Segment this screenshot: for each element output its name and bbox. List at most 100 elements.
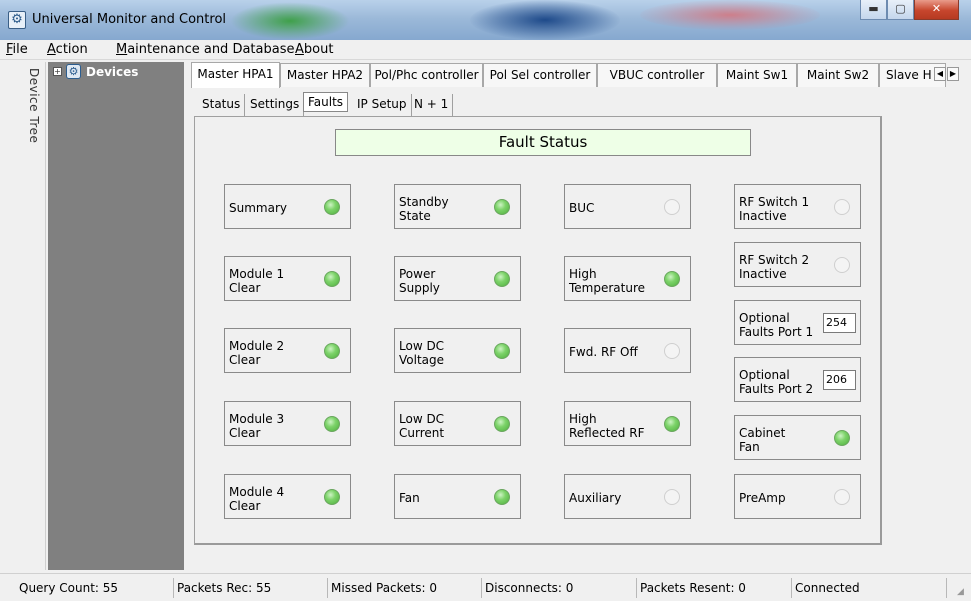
status-led-icon	[834, 199, 850, 215]
fault-power-supply: Power Supply	[394, 256, 521, 301]
fault-cabinet-fan: Cabinet Fan	[734, 415, 861, 460]
fault-label-line2: Fan	[739, 440, 760, 454]
tab-status[interactable]: Status	[198, 94, 246, 116]
fault-label-line1: Module 4	[229, 485, 285, 499]
fault-label-line2: Voltage	[399, 353, 445, 367]
tab-n-plus-1[interactable]: N + 1	[410, 94, 454, 116]
status-led-icon	[494, 416, 510, 432]
minimize-button[interactable]: ▬	[860, 0, 887, 20]
fault-fwd-rf-off: Fwd. RF Off	[564, 328, 691, 373]
title-bar: ⚙ Universal Monitor and Control ▬ ▢ ✕	[0, 0, 971, 40]
status-led-icon	[324, 271, 340, 287]
status-led-icon	[834, 489, 850, 505]
fault-module-3-clear: Module 3 Clear	[224, 401, 351, 446]
scroll-right-icon[interactable]: ▶	[947, 67, 959, 81]
fault-label: High Temperature	[569, 267, 645, 295]
tab-pol-phc-controller[interactable]: Pol/Phc controller	[370, 63, 483, 87]
maximize-button[interactable]: ▢	[887, 0, 914, 20]
fault-buc: BUC	[564, 184, 691, 229]
fault-label: Fan	[399, 491, 420, 505]
fault-label-line1: Optional	[739, 368, 790, 382]
status-led-icon	[834, 257, 850, 273]
fault-label-line2: Reflected RF	[569, 426, 645, 440]
status-connection: Connected	[792, 578, 947, 598]
menu-bar: File Action Maintenance and Database Abo…	[0, 40, 971, 60]
tab-master-hpa2[interactable]: Master HPA2	[280, 63, 370, 87]
fault-summary: Summary	[224, 184, 351, 229]
status-led-icon	[494, 271, 510, 287]
tab-maint-sw2[interactable]: Maint Sw2	[797, 63, 879, 87]
close-button[interactable]: ✕	[914, 0, 959, 20]
fault-module-4-clear: Module 4 Clear	[224, 474, 351, 519]
expand-icon[interactable]: +	[53, 67, 62, 76]
tab-vbuc-controller[interactable]: VBUC controller	[597, 63, 717, 87]
title-bar-decoration	[470, 0, 620, 40]
fault-label-line2: Clear	[229, 281, 261, 295]
fault-label: PreAmp	[739, 491, 786, 505]
optional-port-2-value: 206	[823, 370, 856, 390]
fault-label-line2: Inactive	[739, 267, 787, 281]
status-packets-rec: Packets Rec: 55	[174, 578, 328, 598]
menu-mnemonic: M	[116, 42, 128, 57]
menu-label: ction	[55, 42, 88, 57]
fault-label: Auxiliary	[569, 491, 622, 505]
fault-label-line1: Standby	[399, 195, 449, 209]
tab-master-hpa1[interactable]: Master HPA1	[191, 62, 280, 88]
fault-label-line1: Module 2	[229, 339, 285, 353]
tab-pol-sel-controller[interactable]: Pol Sel controller	[483, 63, 597, 87]
fault-rf-switch-1-inactive: RF Switch 1 Inactive	[734, 184, 861, 229]
status-led-icon	[324, 489, 340, 505]
tab-ip-setup[interactable]: IP Setup	[353, 94, 412, 116]
devices-icon: ⚙	[66, 64, 81, 79]
fault-label-line2: Clear	[229, 426, 261, 440]
window-title: Universal Monitor and Control	[32, 12, 227, 27]
fault-label-line2: Faults Port 1	[739, 325, 814, 339]
device-tree-strip[interactable]: Device Tree «	[0, 62, 46, 570]
status-led-icon	[324, 416, 340, 432]
tab-settings[interactable]: Settings	[246, 94, 305, 116]
fault-label: Module 4 Clear	[229, 485, 284, 513]
menu-maintenance-and-database[interactable]: Maintenance and Database	[116, 42, 294, 57]
status-led-icon	[494, 489, 510, 505]
fault-label: High Reflected RF	[569, 412, 644, 440]
fault-label: RF Switch 1 Inactive	[739, 195, 809, 223]
status-led-icon	[664, 416, 680, 432]
status-led-icon	[664, 271, 680, 287]
menu-label: bout	[303, 42, 334, 57]
fault-label: Fwd. RF Off	[569, 345, 638, 359]
menu-mnemonic: A	[295, 42, 304, 57]
scroll-left-icon[interactable]: ◀	[934, 67, 946, 81]
fault-label: Low DC Current	[399, 412, 444, 440]
status-led-icon	[834, 430, 850, 446]
status-led-icon	[664, 343, 680, 359]
device-tree-label[interactable]: Device Tree	[27, 68, 41, 143]
resize-grip-icon[interactable]: ◢	[957, 587, 969, 599]
fault-label-line1: Module 1	[229, 267, 285, 281]
fault-label-line1: High	[569, 412, 597, 426]
status-missed-packets: Missed Packets: 0	[328, 578, 482, 598]
tab-faults[interactable]: Faults	[303, 92, 349, 112]
fault-label: Standby State	[399, 195, 449, 223]
status-bar: Query Count: 55 Packets Rec: 55 Missed P…	[0, 573, 971, 601]
fault-label-line2: Current	[399, 426, 445, 440]
app-icon[interactable]: ⚙	[8, 11, 26, 29]
menu-file[interactable]: File	[6, 42, 28, 57]
status-led-icon	[664, 489, 680, 505]
menu-about[interactable]: About	[295, 42, 333, 57]
fault-low-dc-current: Low DC Current	[394, 401, 521, 446]
menu-action[interactable]: Action	[47, 42, 88, 57]
fault-module-1-clear: Module 1 Clear	[224, 256, 351, 301]
fault-label-line1: Cabinet	[739, 426, 786, 440]
fault-label: Summary	[229, 201, 287, 215]
fault-optional-faults-port-2: Optional Faults Port 2 206	[734, 357, 861, 402]
fault-label-line2: Clear	[229, 353, 261, 367]
fault-label: Optional Faults Port 1	[739, 311, 813, 339]
fault-label: BUC	[569, 201, 595, 215]
status-led-icon	[494, 199, 510, 215]
status-led-icon	[324, 199, 340, 215]
tree-item-devices[interactable]: Devices	[86, 65, 138, 79]
window-controls: ▬ ▢ ✕	[860, 0, 959, 20]
tab-maint-sw1[interactable]: Maint Sw1	[717, 63, 797, 87]
fault-label: Module 1 Clear	[229, 267, 284, 295]
menu-label: ile	[12, 42, 28, 57]
